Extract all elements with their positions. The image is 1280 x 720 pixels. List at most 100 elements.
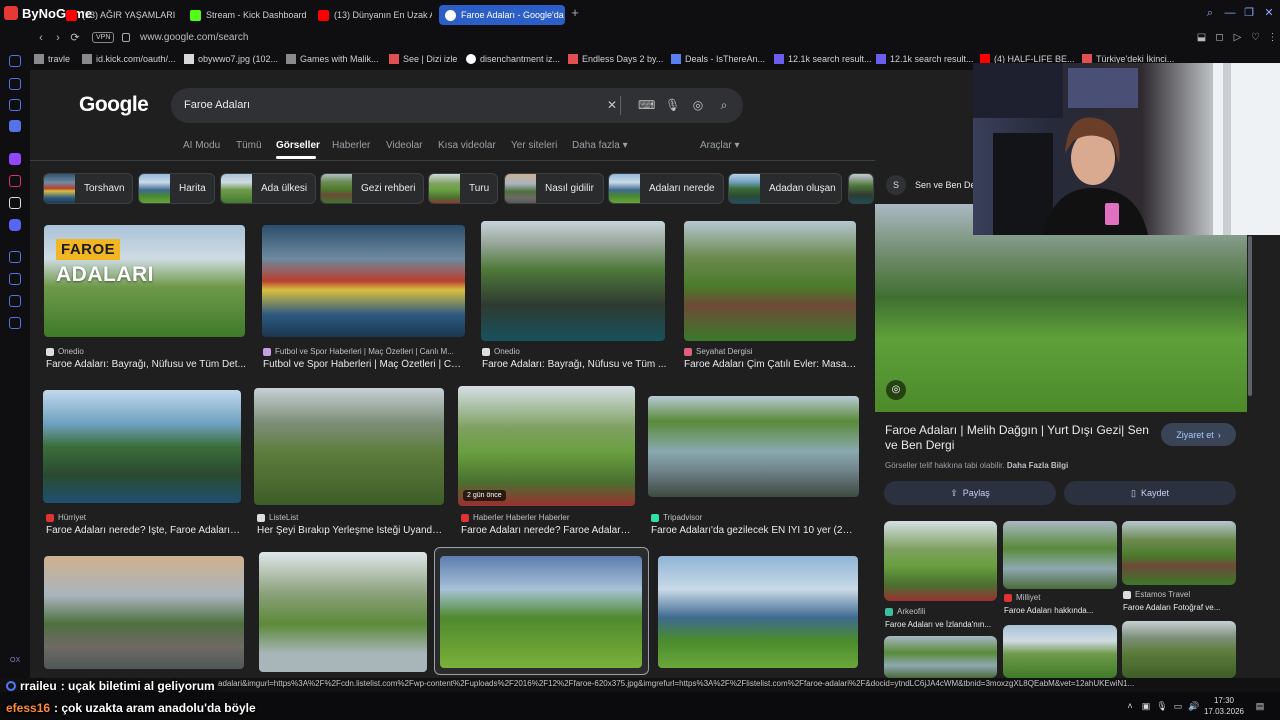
bookmark-item[interactable]: obywwo7.jpg (102... [184,52,278,66]
search-icon[interactable]: ⌕ [717,98,731,112]
result-caption[interactable]: Faroe Adaları'da gezilecek EN İYİ 10 yer… [651,525,857,536]
related-image[interactable] [884,521,997,601]
chip-how-to-go[interactable]: Nasıl gidilir [504,173,604,204]
vpn-badge[interactable]: VPN [92,32,115,43]
chip-tour[interactable]: Turu [428,173,498,204]
camera-icon[interactable]: ▣ [1140,700,1152,712]
system-clock[interactable]: 17:30 17.03.2026 [1199,695,1249,717]
more-info-link[interactable]: Daha Fazla Bilgi [1007,461,1068,470]
chip-travel-guide[interactable]: Gezi rehberi [320,173,424,204]
result-image[interactable]: 2 gün önce [458,386,635,506]
result-image[interactable] [648,396,859,497]
search-box[interactable]: Faroe Adaları ✕ ⌨ 🎙 ◎ ⌕ [171,88,743,123]
search-input[interactable]: Faroe Adaları [184,99,250,111]
bookmark-item[interactable]: Endless Days 2 by... [568,52,663,66]
result-image[interactable] [262,225,465,337]
chip-where[interactable]: Adaları nerede [608,173,724,204]
result-source[interactable]: Onedio [46,347,246,356]
preview-site-name[interactable]: Sen ve Ben De [915,180,976,190]
google-logo[interactable]: Google [79,93,149,117]
sidebar-gamepad-icon[interactable] [9,78,21,90]
result-image[interactable] [481,221,665,341]
result-image[interactable] [43,390,241,503]
tab-3[interactable]: (13) Dünyanın En Uzak Adı [312,5,432,25]
result-source[interactable]: Tripadvisor [651,513,851,522]
instagram-icon[interactable] [9,175,21,187]
tab-active[interactable]: Faroe Adaları - Google'da [439,5,565,25]
related-image[interactable] [1122,621,1236,678]
tab-news[interactable]: Haberler [332,140,370,151]
network-icon[interactable]: ▭ [1172,700,1184,712]
result-caption[interactable]: Faroe Adaları: Bayrağı, Nüfusu ve Tüm De… [46,359,246,370]
chip-consisting-islands[interactable]: Adadan oluşan [728,173,842,204]
chip-map[interactable]: Harita [138,173,215,204]
lens-icon[interactable]: ◎ [691,98,705,112]
lens-icon[interactable]: ◎ [886,380,906,400]
related-caption[interactable]: Faroe Adaları hakkında... [1004,606,1116,615]
tab-places[interactable]: Yer siteleri [511,140,557,151]
menu-icon[interactable]: ⋮ [1266,31,1279,44]
sidebar-extensions-icon[interactable] [9,295,21,307]
result-caption[interactable]: Her Şeyi Bırakıp Yerleşme İsteği Uyandır… [257,525,443,536]
result-image[interactable] [44,556,244,669]
tab-videos[interactable]: Videolar [386,140,423,151]
result-caption[interactable]: Faroe Adaları nerede? Faroe Adaları ... [461,525,633,536]
tab-2[interactable]: Stream - Kick Dashboard [184,5,308,25]
tab-all[interactable]: Tümü [236,140,262,151]
related-source[interactable]: Estamos Travel [1123,590,1233,599]
result-source[interactable]: Futbol ve Spor Haberleri | Maç Özetleri … [263,347,463,356]
result-source[interactable]: Hürriyet [46,513,241,522]
pin-icon[interactable]: ⬓ [1195,31,1208,44]
chip-more[interactable] [848,173,874,204]
sidebar-clock-icon[interactable] [9,251,21,263]
screenshot-icon[interactable]: ◻ [1213,31,1226,44]
close-icon[interactable]: ✕ [1262,6,1276,20]
tools-button[interactable]: Araçlar ▾ [700,140,740,151]
chevron-up-icon[interactable]: ˄ [1124,700,1136,712]
bookmark-item[interactable]: Deals - IsThereAn... [671,52,765,66]
result-caption[interactable]: Faroe Adaları Çim Çatılı Evler: Masals..… [684,359,858,370]
result-source[interactable]: ListeList [257,513,447,522]
notification-icon[interactable]: ▤ [1254,700,1266,712]
related-image[interactable] [1122,521,1236,585]
result-source[interactable]: Onedio [482,347,672,356]
chip-island-country[interactable]: Ada ülkesi [220,173,316,204]
lock-icon[interactable] [122,33,130,42]
save-button[interactable]: ▯ Kaydet [1064,481,1236,505]
related-image[interactable] [884,636,997,678]
microphone-icon[interactable]: 🎙 [1156,700,1168,712]
result-caption[interactable]: Faroe Adaları nerede? İşte, Faroe Adalar… [46,525,240,536]
related-source[interactable]: Milliyet [1004,593,1114,602]
forward-icon[interactable]: › [51,31,65,45]
twitch-icon[interactable] [9,153,21,165]
maximize-icon[interactable]: ❐ [1242,6,1256,20]
back-icon[interactable]: ‹ [34,31,48,45]
bookmark-item[interactable]: disenchantment iz... [466,52,560,66]
result-image[interactable]: FAROE ADALARI [44,225,245,337]
result-image[interactable] [658,556,858,668]
bookmark-item[interactable]: See | Dizi izle [389,52,457,66]
visit-button[interactable]: Ziyaret et › [1161,423,1236,446]
related-caption[interactable]: Faroe Adaları ve İzlanda'nın... [885,620,997,629]
microphone-icon[interactable]: 🎙 [665,98,680,112]
related-source[interactable]: Arkeofili [885,607,995,616]
related-image[interactable] [1003,521,1117,589]
result-image-selected[interactable] [440,556,642,668]
keyboard-icon[interactable]: ⌨ [638,98,655,112]
tab-images[interactable]: Görseller [276,140,320,151]
scrollbar[interactable] [1248,236,1252,396]
sidebar-messenger-icon[interactable] [9,120,21,132]
url-field[interactable]: www.google.com/search [140,32,248,43]
related-image[interactable] [1003,625,1117,678]
minimize-icon[interactable]: — [1223,6,1237,20]
clear-icon[interactable]: ✕ [605,98,619,112]
discord-icon[interactable] [9,219,21,231]
sidebar-download-icon[interactable] [9,99,21,111]
share-button[interactable]: ⇪ Paylaş [884,481,1056,505]
result-caption[interactable]: Faroe Adaları: Bayrağı, Nüfusu ve Tüm ..… [482,359,670,370]
sidebar-cube-icon[interactable] [9,273,21,285]
result-image[interactable] [254,388,444,505]
result-image[interactable] [684,221,856,341]
bookmark-item[interactable]: Games with Malik... [286,52,379,66]
bookmark-item[interactable]: travle [34,52,70,66]
